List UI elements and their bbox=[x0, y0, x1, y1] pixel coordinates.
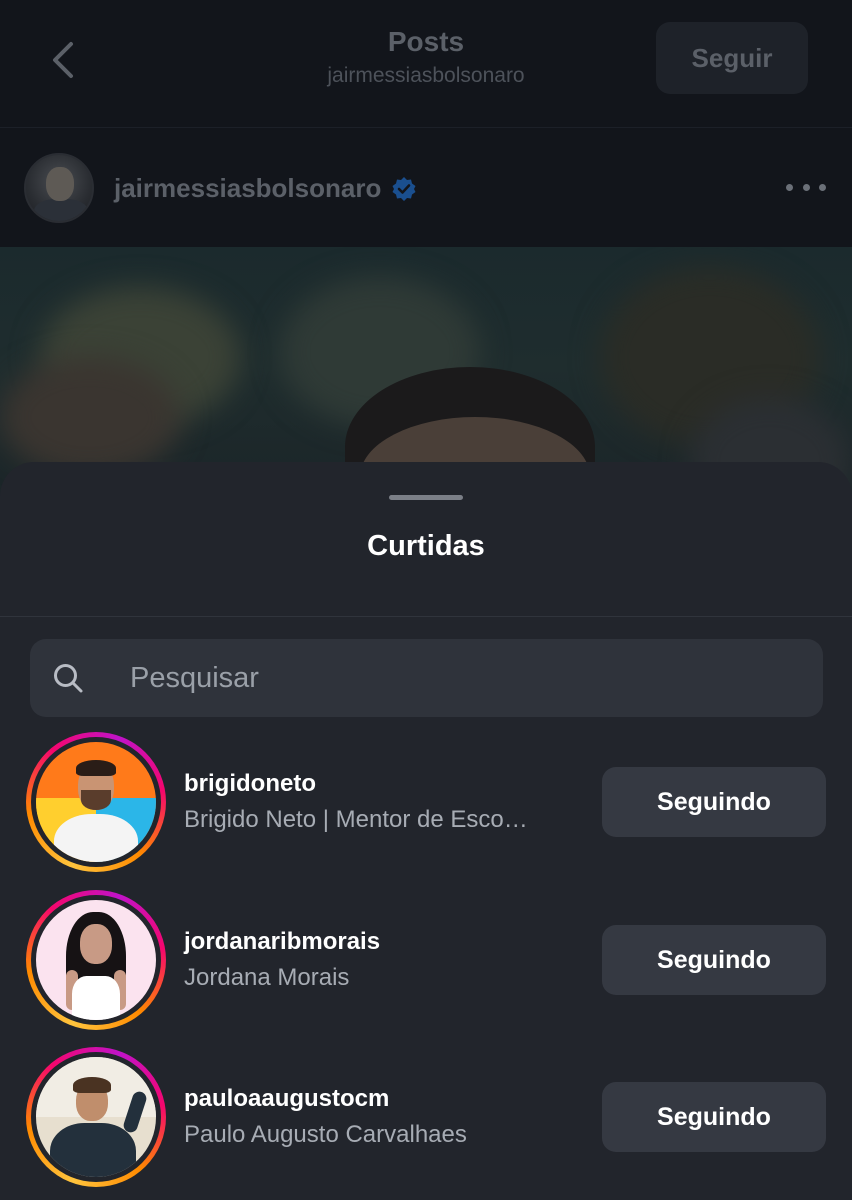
full-name: Jordana Morais bbox=[184, 964, 350, 991]
avatar-head-shape bbox=[80, 924, 112, 964]
search-icon bbox=[54, 664, 83, 693]
avatar-hair-shape bbox=[73, 1077, 111, 1093]
post-author-username: jairmessiasbolsonaro bbox=[114, 173, 382, 203]
more-dot bbox=[819, 183, 826, 191]
likes-bottom-sheet: Curtidas brig bbox=[0, 462, 852, 1200]
sheet-grabber-handle[interactable] bbox=[389, 495, 463, 500]
divider bbox=[0, 616, 852, 617]
avatar-suit-shape bbox=[34, 199, 88, 221]
avatar-beard-shape bbox=[81, 790, 111, 810]
story-ring[interactable] bbox=[26, 732, 166, 872]
verified-badge-icon bbox=[392, 176, 416, 201]
following-button[interactable]: Seguindo bbox=[602, 1082, 826, 1152]
following-button[interactable]: Seguindo bbox=[602, 767, 826, 837]
top-navigation-bar: Posts jairmessiasbolsonaro Seguir bbox=[0, 0, 852, 128]
username[interactable]: brigidoneto bbox=[184, 770, 316, 798]
list-item[interactable]: jordanaribmorais Jordana Morais Seguindo bbox=[0, 890, 852, 1040]
search-input[interactable] bbox=[130, 639, 790, 717]
full-name: Paulo Augusto Carvalhaes bbox=[184, 1121, 467, 1148]
full-name: Brigido Neto | Mentor de Esco… bbox=[184, 806, 528, 833]
avatar-body-shape bbox=[50, 1123, 136, 1177]
username[interactable]: pauloaaugustocm bbox=[184, 1085, 389, 1113]
list-item[interactable]: pauloaaugustocm Paulo Augusto Carvalhaes… bbox=[0, 1047, 852, 1197]
sheet-title: Curtidas bbox=[367, 530, 485, 562]
search-bar[interactable] bbox=[30, 639, 823, 717]
story-ring[interactable] bbox=[26, 890, 166, 1030]
avatar-hair-shape bbox=[76, 760, 116, 776]
avatar-face-shape bbox=[46, 167, 74, 201]
list-item[interactable]: brigidoneto Brigido Neto | Mentor de Esc… bbox=[0, 732, 852, 882]
post-header: jairmessiasbolsonaro bbox=[0, 129, 852, 247]
avatar-body-shape bbox=[72, 976, 120, 1020]
avatar bbox=[36, 742, 156, 862]
more-options-button[interactable] bbox=[786, 172, 826, 202]
follow-button[interactable]: Seguir bbox=[656, 22, 808, 94]
story-ring[interactable] bbox=[26, 1047, 166, 1187]
more-dot bbox=[786, 183, 793, 191]
username[interactable]: jordanaribmorais bbox=[184, 928, 380, 956]
following-button[interactable]: Seguindo bbox=[602, 925, 826, 995]
avatar-body-shape bbox=[54, 814, 138, 862]
avatar bbox=[36, 900, 156, 1020]
avatar bbox=[36, 1057, 156, 1177]
photo-blur-shape bbox=[0, 357, 180, 477]
more-dot bbox=[802, 183, 810, 191]
post-author-avatar[interactable] bbox=[24, 153, 94, 223]
post-author[interactable]: jairmessiasbolsonaro bbox=[114, 173, 417, 204]
